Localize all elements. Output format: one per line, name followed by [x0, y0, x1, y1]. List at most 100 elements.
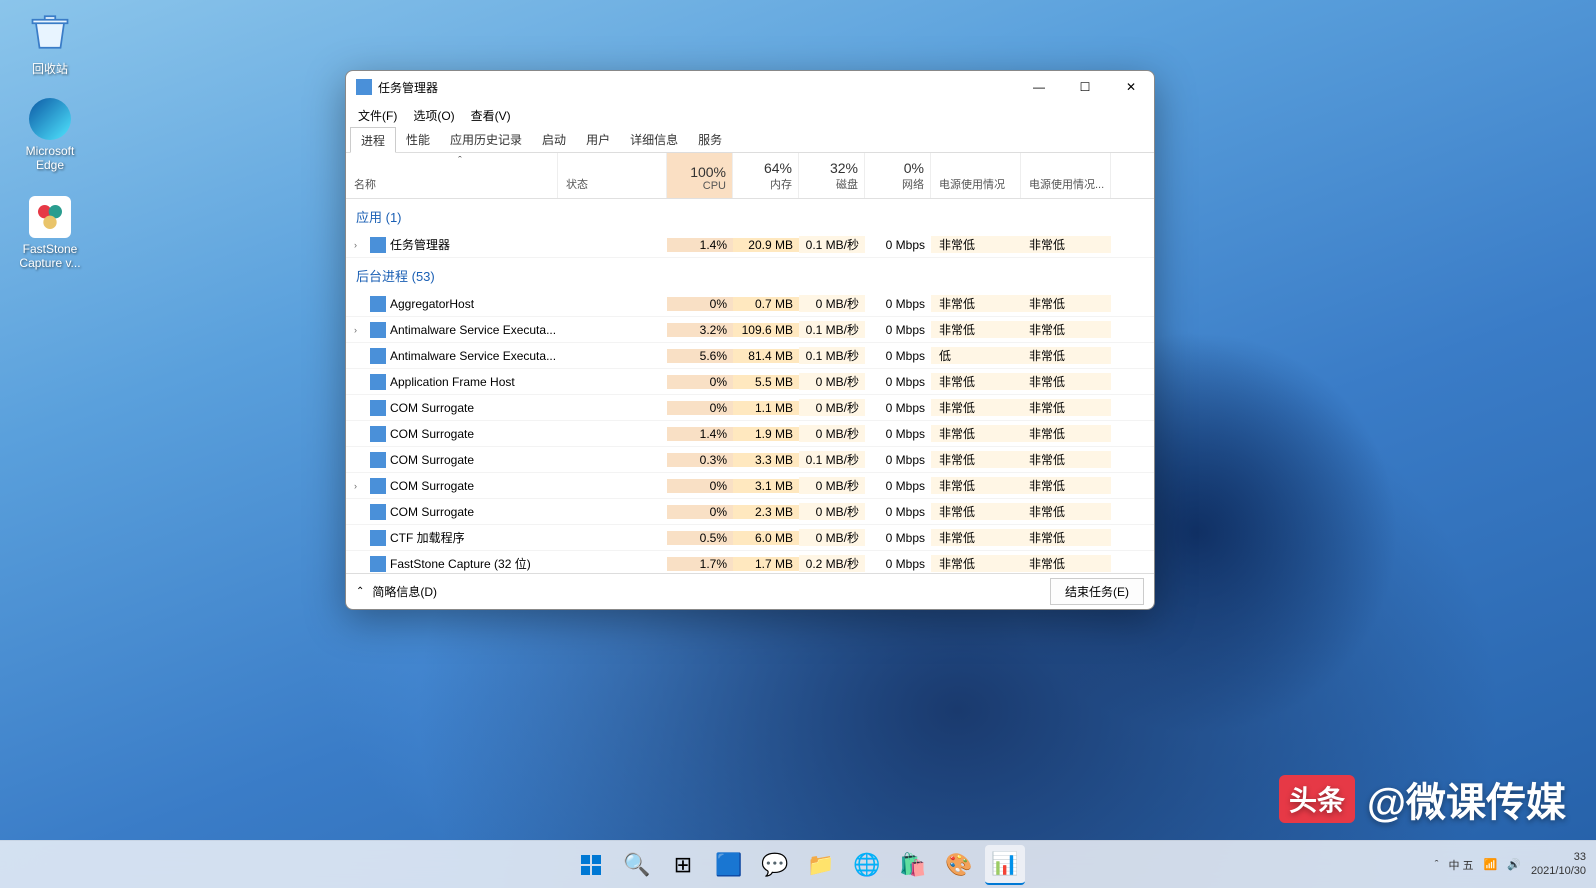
store-icon[interactable]: 🛍️: [893, 845, 933, 885]
maximize-button[interactable]: ☐: [1062, 71, 1108, 103]
cpu-cell: 1.7%: [667, 557, 733, 571]
process-row[interactable]: COM Surrogate0%2.3 MB0 MB/秒0 Mbps非常低非常低: [346, 499, 1154, 525]
clock[interactable]: 33 2021/10/30: [1531, 851, 1586, 877]
process-row[interactable]: Application Frame Host0%5.5 MB0 MB/秒0 Mb…: [346, 369, 1154, 395]
system-tray[interactable]: ˆ 中 五 📶 🔊 33 2021/10/30: [1435, 851, 1586, 877]
process-name: COM Surrogate: [390, 505, 474, 519]
desktop-icon-recycle-bin[interactable]: 回收站: [12, 8, 88, 77]
desktop-icon-edge[interactable]: Microsoft Edge: [12, 98, 88, 172]
taskbar: 🔍 ⊞ 🟦 💬 📁 🌐 🛍️ 🎨 📊 ˆ 中 五 📶 🔊 33 2021/10/…: [0, 840, 1596, 888]
cpu-cell: 0.5%: [667, 531, 733, 545]
process-icon: [370, 237, 386, 253]
network-cell: 0 Mbps: [865, 479, 931, 493]
col-name[interactable]: ˆ 名称: [346, 153, 558, 198]
task-manager-taskbar-icon[interactable]: 📊: [985, 845, 1025, 885]
power-trend-cell: 非常低: [1021, 373, 1111, 390]
expand-marker-icon[interactable]: ˆ: [354, 155, 566, 167]
tab-startup[interactable]: 启动: [532, 127, 576, 152]
process-icon: [370, 400, 386, 416]
process-row[interactable]: COM Surrogate0%1.1 MB0 MB/秒0 Mbps非常低非常低: [346, 395, 1154, 421]
col-memory[interactable]: 64% 内存: [733, 153, 799, 198]
col-disk[interactable]: 32% 磁盘: [799, 153, 865, 198]
network-cell: 0 Mbps: [865, 401, 931, 415]
cpu-cell: 1.4%: [667, 238, 733, 252]
tab-performance[interactable]: 性能: [396, 127, 440, 152]
tab-details[interactable]: 详细信息: [620, 127, 688, 152]
tab-app-history[interactable]: 应用历史记录: [440, 127, 532, 152]
disk-cell: 0 MB/秒: [799, 503, 865, 520]
start-button[interactable]: [571, 845, 611, 885]
power-trend-cell: 非常低: [1021, 347, 1111, 364]
col-cpu[interactable]: 100% CPU: [667, 153, 733, 198]
expand-icon[interactable]: ›: [354, 481, 366, 491]
power-trend-cell: 非常低: [1021, 236, 1111, 253]
desktop-icon-label: Microsoft Edge: [12, 144, 88, 172]
menu-file[interactable]: 文件(F): [352, 105, 403, 126]
volume-icon[interactable]: 🔊: [1507, 858, 1521, 871]
memory-cell: 0.7 MB: [733, 297, 799, 311]
menu-options[interactable]: 选项(O): [407, 105, 460, 126]
desktop-icon-faststone[interactable]: FastStone Capture v...: [12, 196, 88, 270]
process-row[interactable]: AggregatorHost0%0.7 MB0 MB/秒0 Mbps非常低非常低: [346, 291, 1154, 317]
process-row[interactable]: ›COM Surrogate0%3.1 MB0 MB/秒0 Mbps非常低非常低: [346, 473, 1154, 499]
process-row[interactable]: FastStone Capture (32 位)1.7%1.7 MB0.2 MB…: [346, 551, 1154, 573]
expand-icon[interactable]: ›: [354, 240, 366, 250]
process-row[interactable]: COM Surrogate1.4%1.9 MB0 MB/秒0 Mbps非常低非常…: [346, 421, 1154, 447]
faststone-taskbar-icon[interactable]: 🎨: [939, 845, 979, 885]
ime-indicator[interactable]: 中 五: [1448, 857, 1473, 873]
process-name: AggregatorHost: [390, 297, 474, 311]
memory-cell: 81.4 MB: [733, 349, 799, 363]
memory-cell: 5.5 MB: [733, 375, 799, 389]
network-cell: 0 Mbps: [865, 297, 931, 311]
minimize-button[interactable]: —: [1016, 71, 1062, 103]
network-cell: 0 Mbps: [865, 323, 931, 337]
group-header[interactable]: 后台进程 (53): [346, 258, 1154, 291]
edge-taskbar-icon[interactable]: 🌐: [847, 845, 887, 885]
disk-cell: 0 MB/秒: [799, 399, 865, 416]
process-row[interactable]: Antimalware Service Executa...5.6%81.4 M…: [346, 343, 1154, 369]
power-trend-cell: 非常低: [1021, 399, 1111, 416]
explorer-icon[interactable]: 📁: [801, 845, 841, 885]
power-cell: 低: [931, 347, 1021, 364]
watermark-text: @微课传媒: [1367, 770, 1566, 828]
group-header[interactable]: 应用 (1): [346, 199, 1154, 232]
col-power-trend[interactable]: 电源使用情况...: [1021, 153, 1111, 198]
brief-info-link[interactable]: 简略信息(D): [372, 583, 437, 600]
titlebar[interactable]: 任务管理器 — ☐ ✕: [346, 71, 1154, 103]
col-status[interactable]: 状态: [558, 153, 667, 198]
expand-icon[interactable]: ›: [354, 325, 366, 335]
network-cell: 0 Mbps: [865, 453, 931, 467]
tab-users[interactable]: 用户: [576, 127, 620, 152]
tab-processes[interactable]: 进程: [350, 127, 396, 153]
power-cell: 非常低: [931, 555, 1021, 572]
wifi-icon[interactable]: 📶: [1484, 858, 1498, 871]
tab-services[interactable]: 服务: [688, 127, 732, 152]
network-cell: 0 Mbps: [865, 349, 931, 363]
search-icon[interactable]: 🔍: [617, 845, 657, 885]
grid-body[interactable]: 应用 (1)›任务管理器1.4%20.9 MB0.1 MB/秒0 Mbps非常低…: [346, 199, 1154, 573]
task-manager-window: 任务管理器 — ☐ ✕ 文件(F) 选项(O) 查看(V) 进程 性能 应用历史…: [345, 70, 1155, 610]
process-row[interactable]: ›任务管理器1.4%20.9 MB0.1 MB/秒0 Mbps非常低非常低: [346, 232, 1154, 258]
power-cell: 非常低: [931, 295, 1021, 312]
process-row[interactable]: COM Surrogate0.3%3.3 MB0.1 MB/秒0 Mbps非常低…: [346, 447, 1154, 473]
process-row[interactable]: CTF 加载程序0.5%6.0 MB0 MB/秒0 Mbps非常低非常低: [346, 525, 1154, 551]
collapse-icon[interactable]: ⌃: [356, 586, 364, 597]
col-network[interactable]: 0% 网络: [865, 153, 931, 198]
widgets-icon[interactable]: 🟦: [709, 845, 749, 885]
edge-icon: [29, 98, 71, 140]
menu-bar: 文件(F) 选项(O) 查看(V): [346, 103, 1154, 127]
task-view-icon[interactable]: ⊞: [663, 845, 703, 885]
col-power[interactable]: 电源使用情况: [931, 153, 1021, 198]
taskbar-center: 🔍 ⊞ 🟦 💬 📁 🌐 🛍️ 🎨 📊: [571, 845, 1025, 885]
tray-chevron-icon[interactable]: ˆ: [1435, 859, 1439, 871]
process-name: COM Surrogate: [390, 427, 474, 441]
process-icon: [370, 504, 386, 520]
process-row[interactable]: ›Antimalware Service Executa...3.2%109.6…: [346, 317, 1154, 343]
end-task-button[interactable]: 结束任务(E): [1050, 578, 1144, 605]
process-icon: [370, 322, 386, 338]
process-name: COM Surrogate: [390, 453, 474, 467]
chat-icon[interactable]: 💬: [755, 845, 795, 885]
menu-view[interactable]: 查看(V): [465, 105, 517, 126]
close-button[interactable]: ✕: [1108, 71, 1154, 103]
power-cell: 非常低: [931, 425, 1021, 442]
